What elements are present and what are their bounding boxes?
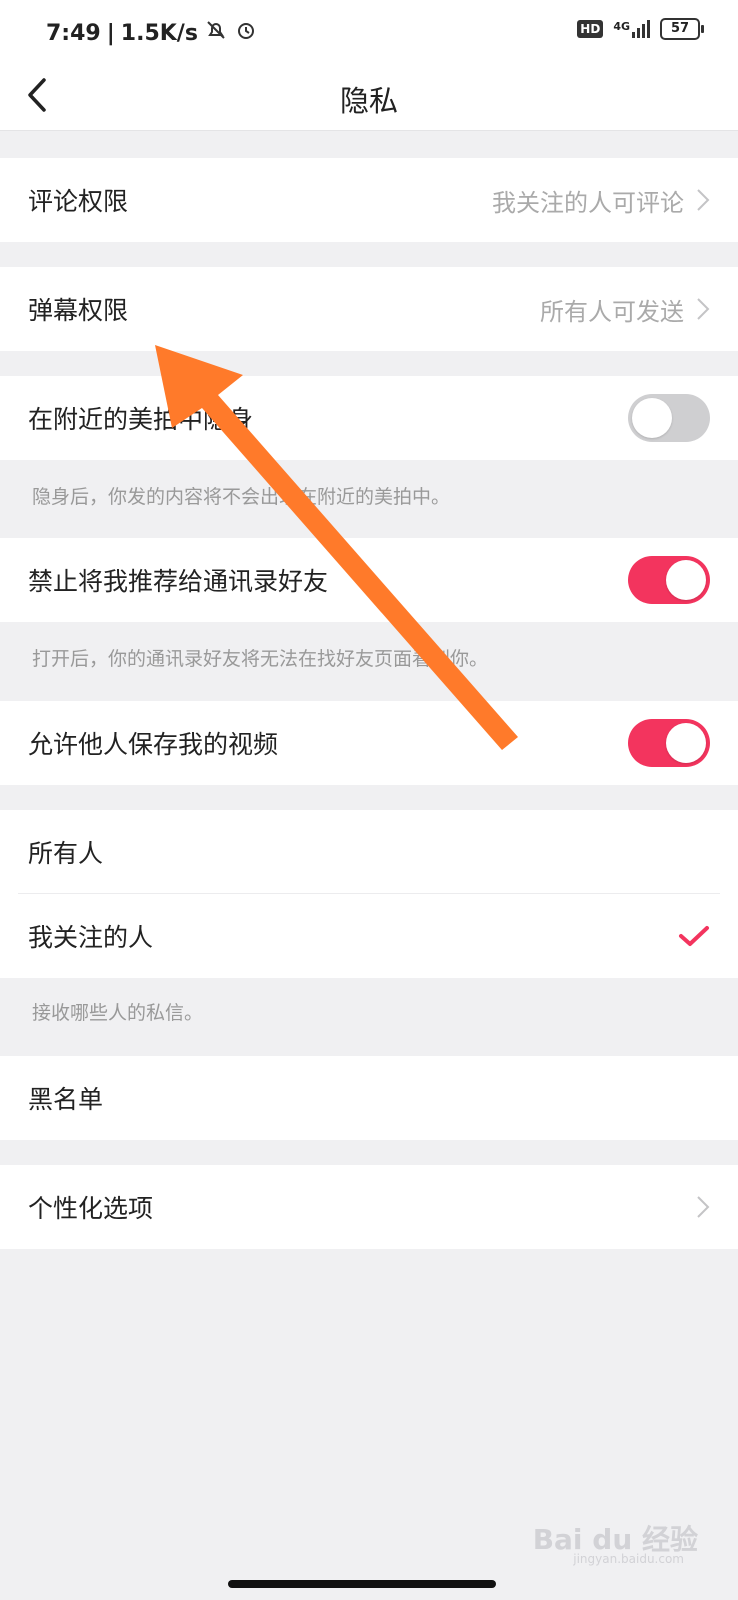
battery-icon: 57 — [660, 18, 704, 40]
danmaku-permission-label: 弹幕权限 — [28, 296, 129, 325]
dm-option-everyone[interactable]: 所有人 — [0, 810, 738, 894]
nearby-invisible-note: 隐身后，你发的内容将不会出现在附近的美拍中。 — [32, 486, 451, 508]
status-speed: 1.5K/s — [120, 20, 198, 46]
mute-icon — [204, 18, 228, 48]
chevron-right-icon — [697, 298, 710, 320]
personalization-label: 个性化选项 — [28, 1194, 154, 1223]
alarm-icon — [234, 18, 258, 48]
block-contacts-toggle[interactable] — [628, 556, 710, 604]
chevron-right-icon — [697, 189, 710, 211]
comment-permission-row[interactable]: 评论权限 我关注的人可评论 — [0, 158, 738, 242]
page-title: 隐私 — [339, 84, 398, 118]
comment-permission-label: 评论权限 — [28, 187, 129, 216]
nearby-invisible-toggle[interactable] — [628, 394, 710, 442]
blacklist-row[interactable]: 黑名单 — [0, 1056, 738, 1140]
allow-save-video-row: 允许他人保存我的视频 — [0, 701, 738, 785]
dm-option-following[interactable]: 我关注的人 — [0, 894, 738, 978]
block-contacts-label: 禁止将我推荐给通讯录好友 — [28, 567, 329, 596]
allow-save-video-label: 允许他人保存我的视频 — [28, 730, 279, 759]
toggle-knob — [666, 560, 706, 600]
baidu-watermark-url: jingyan.baidu.com — [573, 1552, 684, 1566]
dm-option-following-label: 我关注的人 — [28, 923, 154, 952]
nav-bar: 隐私 — [0, 62, 738, 131]
hd-icon: HD — [577, 20, 604, 38]
danmaku-permission-value: 所有人可发送 — [540, 297, 684, 326]
status-separator: | — [106, 20, 115, 46]
status-right: HD 4G 57 — [577, 18, 704, 40]
nearby-invisible-label: 在附近的美拍中隐身 — [28, 405, 254, 434]
status-left: 7:49 | 1.5K/s — [46, 18, 258, 48]
home-indicator — [228, 1580, 496, 1588]
block-contacts-note: 打开后，你的通讯录好友将无法在找好友页面看到你。 — [32, 648, 489, 670]
checkmark-icon — [679, 926, 709, 946]
status-time: 7:49 — [46, 20, 101, 46]
toggle-knob — [666, 723, 706, 763]
nearby-invisible-row: 在附近的美拍中隐身 — [0, 376, 738, 460]
status-bar: 7:49 | 1.5K/s HD 4G 57 — [0, 0, 738, 62]
allow-save-video-toggle[interactable] — [628, 719, 710, 767]
dm-option-everyone-label: 所有人 — [28, 839, 104, 868]
personalization-row[interactable]: 个性化选项 — [0, 1165, 738, 1249]
toggle-knob — [632, 398, 672, 438]
network-type: 4G — [613, 20, 630, 33]
dm-note: 接收哪些人的私信。 — [32, 1002, 204, 1024]
signal-icon: 4G — [613, 20, 650, 38]
comment-permission-value: 我关注的人可评论 — [492, 188, 684, 217]
block-contacts-row: 禁止将我推荐给通讯录好友 — [0, 538, 738, 622]
blacklist-label: 黑名单 — [28, 1085, 104, 1114]
danmaku-permission-row[interactable]: 弹幕权限 所有人可发送 — [0, 267, 738, 351]
chevron-right-icon — [697, 1196, 710, 1218]
